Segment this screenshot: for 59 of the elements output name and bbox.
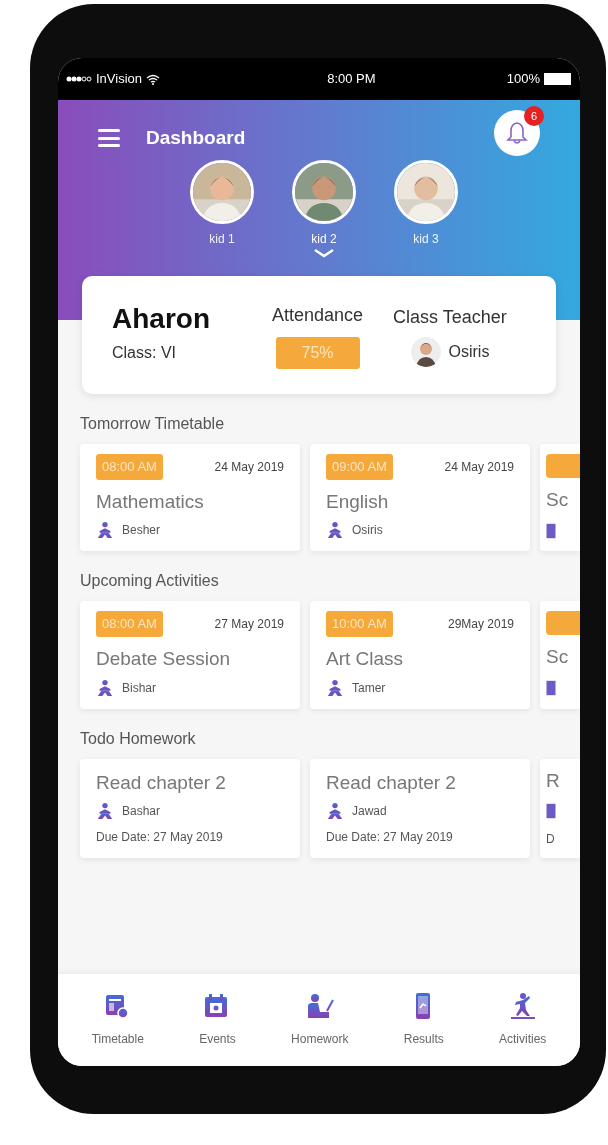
time-chip: 10:00 AM xyxy=(326,611,393,637)
attendance-label: Attendance xyxy=(272,303,364,327)
card-date: 24 May 2019 xyxy=(444,458,514,476)
teacher-label: Class Teacher xyxy=(393,305,507,329)
carrier-name: InVision xyxy=(96,70,142,89)
menu-button[interactable] xyxy=(98,129,120,147)
section-heading: Tomorrow Timetable xyxy=(79,414,226,434)
nav-tab[interactable]: Results xyxy=(403,992,444,1048)
card-title: Read chapter 2 xyxy=(96,770,227,795)
teacher-name: Osiris xyxy=(448,341,490,362)
teacher-name: Tamer xyxy=(352,679,386,697)
due-date: D xyxy=(546,831,556,849)
battery-percent: 100% xyxy=(506,70,540,89)
card-title: Sc xyxy=(546,488,570,512)
card-title: Debate Session xyxy=(96,646,232,671)
battery-icon xyxy=(544,73,572,85)
nav-tab[interactable]: Homework xyxy=(291,992,349,1048)
section-heading: Upcoming Activities xyxy=(79,571,220,592)
teacher-name: Jawad xyxy=(352,803,387,821)
signal-icon xyxy=(66,76,92,82)
kid-selector[interactable]: kid 3 xyxy=(389,160,463,258)
kid-name: kid 1 xyxy=(209,231,235,248)
teacher-name: Bishar xyxy=(122,679,156,697)
chevron-down-icon xyxy=(313,248,335,258)
kid-selector[interactable]: kid 1 xyxy=(185,160,259,258)
time-chip: 08:00 AM xyxy=(96,611,163,637)
card-title: English xyxy=(326,489,390,514)
clock: 8:00 PM xyxy=(326,70,377,89)
kid-name: kid 3 xyxy=(413,231,439,248)
nav-tab[interactable]: Events xyxy=(199,992,236,1048)
card-date: 29May 2019 xyxy=(447,616,514,633)
page-title: Dashboard xyxy=(146,125,247,150)
nav-tab[interactable]: Activities xyxy=(499,992,547,1048)
kid-selector[interactable]: kid 2 xyxy=(287,160,361,258)
student-name: Aharon xyxy=(112,305,211,333)
time-chip xyxy=(546,454,580,478)
card-title: R xyxy=(546,768,561,793)
due-date: Due Date: 27 May 2019 xyxy=(326,829,454,847)
attendance-value: 75% xyxy=(275,336,360,369)
teacher-name: Osiris xyxy=(352,522,383,540)
card-title: Sc xyxy=(546,645,570,669)
card-title: Art Class xyxy=(326,646,405,671)
bell-icon xyxy=(506,121,528,145)
nav-tab[interactable]: Timetable xyxy=(91,992,144,1048)
teacher-name: Bashar xyxy=(122,803,161,821)
due-date: Due Date: 27 May 2019 xyxy=(96,829,224,847)
student-class: Class: VI xyxy=(112,343,177,363)
card-date: 27 May 2019 xyxy=(214,616,284,633)
card-title: Mathematics xyxy=(96,489,205,514)
time-chip: 08:00 AM xyxy=(96,454,163,480)
card-date: 24 May 2019 xyxy=(214,458,284,476)
teacher-name: Besher xyxy=(122,522,161,540)
section-heading: Todo Homework xyxy=(79,728,197,749)
time-chip: 09:00 AM xyxy=(326,454,393,480)
kid-name: kid 2 xyxy=(311,231,337,248)
wifi-icon xyxy=(146,73,160,85)
notification-badge: 6 xyxy=(524,106,544,126)
card-title: Read chapter 2 xyxy=(326,770,457,795)
time-chip xyxy=(546,611,580,636)
